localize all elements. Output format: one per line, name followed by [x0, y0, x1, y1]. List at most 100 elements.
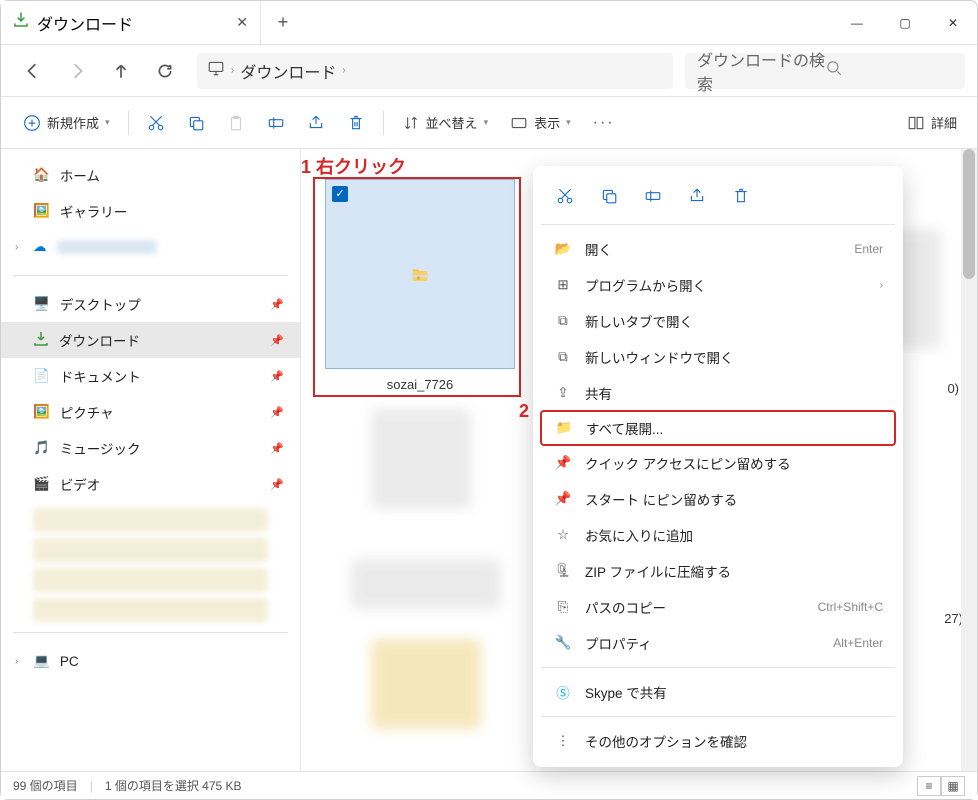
sidebar-item-videos[interactable]: 🎬 ビデオ 📌: [1, 466, 300, 502]
menu-properties[interactable]: 🔧プロパティAlt+Enter: [541, 625, 895, 661]
view-button[interactable]: 表示 ▾: [500, 105, 581, 141]
desktop-icon: 🖥️: [33, 296, 50, 312]
sidebar-item-pictures[interactable]: 🖼️ ピクチャ 📌: [1, 394, 300, 430]
cut-button[interactable]: [545, 178, 585, 214]
file-item-zip[interactable]: ✓ sozai_7726: [315, 179, 525, 392]
file-name: sozai_7726: [315, 377, 525, 392]
wrench-icon: 🔧: [553, 635, 573, 651]
chevron-right-icon: ›: [880, 280, 883, 291]
view-mode-buttons: ≡ ▦: [917, 776, 965, 796]
extract-icon: 📁: [554, 420, 574, 436]
scrollbar[interactable]: [961, 149, 977, 771]
share-button[interactable]: [677, 178, 717, 214]
refresh-button[interactable]: [145, 53, 185, 89]
home-icon: 🏠: [33, 167, 50, 183]
breadcrumb-item[interactable]: ダウンロード: [240, 59, 336, 83]
folder-icon: 📂: [553, 241, 573, 257]
pc-icon: 💻: [33, 653, 50, 669]
sidebar-item-gallery[interactable]: 🖼️ ギャラリー: [1, 193, 300, 229]
back-button[interactable]: [13, 53, 53, 89]
grid-view-button[interactable]: ▦: [941, 776, 965, 796]
navigation-pane[interactable]: 🏠 ホーム 🖼️ ギャラリー › ☁ 🖥️ デスクトップ 📌 ダウンロード 📌 …: [1, 149, 301, 771]
search-input[interactable]: ダウンロードの検索: [685, 53, 965, 89]
search-placeholder: ダウンロードの検索: [697, 47, 825, 95]
menu-pin-quick-access[interactable]: 📌クイック アクセスにピン留めする: [541, 445, 895, 481]
sidebar-item-music[interactable]: 🎵 ミュージック 📌: [1, 430, 300, 466]
context-menu: 📂開くEnter ⊞プログラムから開く› ⧉新しいタブで開く ⧉新しいウィンドウ…: [533, 166, 903, 767]
sidebar-item-pc[interactable]: › 💻 PC: [1, 643, 300, 679]
share-icon: ⇪: [553, 385, 573, 401]
sort-button[interactable]: 並べ替え ▾: [392, 105, 499, 141]
menu-pin-start[interactable]: 📌スタート にピン留めする: [541, 481, 895, 517]
chevron-right-icon: ›: [342, 65, 345, 76]
rename-button[interactable]: [257, 105, 295, 141]
sidebar-item-downloads[interactable]: ダウンロード 📌: [1, 322, 300, 358]
chevron-right-icon: ›: [231, 65, 234, 76]
more-icon: ⋮: [553, 733, 573, 749]
chevron-right-icon: ›: [15, 656, 18, 667]
sidebar-item-onedrive[interactable]: › ☁: [1, 229, 300, 265]
new-tab-button[interactable]: +: [261, 1, 305, 44]
pin-icon: 📌: [270, 298, 284, 311]
download-icon: [33, 331, 49, 350]
breadcrumb[interactable]: › ダウンロード ›: [197, 53, 673, 89]
newtab-icon: ⧉: [553, 313, 573, 329]
checkbox-checked-icon[interactable]: ✓: [332, 186, 348, 202]
pin-icon: 📌: [270, 406, 284, 419]
menu-open-with[interactable]: ⊞プログラムから開く›: [541, 267, 895, 303]
pin-icon: 📌: [270, 442, 284, 455]
menu-open-new-tab[interactable]: ⧉新しいタブで開く: [541, 303, 895, 339]
up-button[interactable]: [101, 53, 141, 89]
new-button[interactable]: 新規作成 ▾: [13, 105, 120, 141]
chevron-right-icon: ›: [15, 242, 18, 253]
menu-share[interactable]: ⇪共有: [541, 375, 895, 411]
file-thumbnail[interactable]: ✓: [325, 179, 515, 369]
zip-icon: 🗜: [553, 563, 573, 579]
command-toolbar: 新規作成 ▾ 並べ替え ▾ 表示 ▾ ··· 詳細: [1, 97, 977, 149]
sidebar-item-desktop[interactable]: 🖥️ デスクトップ 📌: [1, 286, 300, 322]
copy-button[interactable]: [177, 105, 215, 141]
window-tab[interactable]: ダウンロード ✕: [1, 1, 261, 44]
close-tab-icon[interactable]: ✕: [236, 14, 248, 31]
menu-open[interactable]: 📂開くEnter: [541, 231, 895, 267]
more-button[interactable]: ···: [583, 105, 625, 141]
grid-icon: ⊞: [553, 277, 573, 293]
maximize-button[interactable]: ▢: [881, 1, 929, 44]
scrollbar-thumb[interactable]: [963, 149, 975, 279]
copy-button[interactable]: [589, 178, 629, 214]
close-window-button[interactable]: ✕: [929, 1, 977, 44]
status-bar: 99 個の項目 | 1 個の項目を選択 475 KB ≡ ▦: [1, 771, 977, 799]
pin-icon: 📌: [553, 491, 573, 507]
pin-icon: 📌: [270, 478, 284, 491]
share-button[interactable]: [297, 105, 335, 141]
status-selection: 1 個の項目を選択 475 KB: [105, 777, 242, 794]
gallery-icon: 🖼️: [33, 203, 50, 219]
pin-icon: 📌: [553, 455, 573, 471]
list-view-button[interactable]: ≡: [917, 776, 941, 796]
menu-compress-zip[interactable]: 🗜ZIP ファイルに圧縮する: [541, 553, 895, 589]
menu-more-options[interactable]: ⋮その他のオプションを確認: [541, 723, 895, 759]
menu-open-new-window[interactable]: ⧉新しいウィンドウで開く: [541, 339, 895, 375]
details-button[interactable]: 詳細: [899, 113, 965, 132]
rename-button[interactable]: [633, 178, 673, 214]
skype-icon: Ⓢ: [553, 682, 573, 702]
delete-button[interactable]: [337, 105, 375, 141]
paste-button[interactable]: [217, 105, 255, 141]
menu-add-favorite[interactable]: ☆お気に入りに追加: [541, 517, 895, 553]
window-controls: — ▢ ✕: [833, 1, 977, 44]
sidebar-item-home[interactable]: 🏠 ホーム: [1, 157, 300, 193]
path-icon: ⎘: [553, 599, 573, 615]
annotation-label-1: 1 右クリック: [301, 153, 406, 179]
cut-button[interactable]: [137, 105, 175, 141]
delete-button[interactable]: [721, 178, 761, 214]
minimize-button[interactable]: —: [833, 1, 881, 44]
menu-copy-path[interactable]: ⎘パスのコピーCtrl+Shift+C: [541, 589, 895, 625]
sidebar-item-documents[interactable]: 📄 ドキュメント 📌: [1, 358, 300, 394]
tab-title: ダウンロード: [37, 11, 133, 35]
menu-skype-share[interactable]: ⓈSkype で共有: [541, 674, 895, 710]
forward-button[interactable]: [57, 53, 97, 89]
video-icon: 🎬: [33, 476, 50, 492]
menu-extract-all[interactable]: 📁すべて展開...: [540, 410, 896, 446]
search-icon: [825, 59, 953, 82]
navigation-bar: › ダウンロード › ダウンロードの検索: [1, 45, 977, 97]
